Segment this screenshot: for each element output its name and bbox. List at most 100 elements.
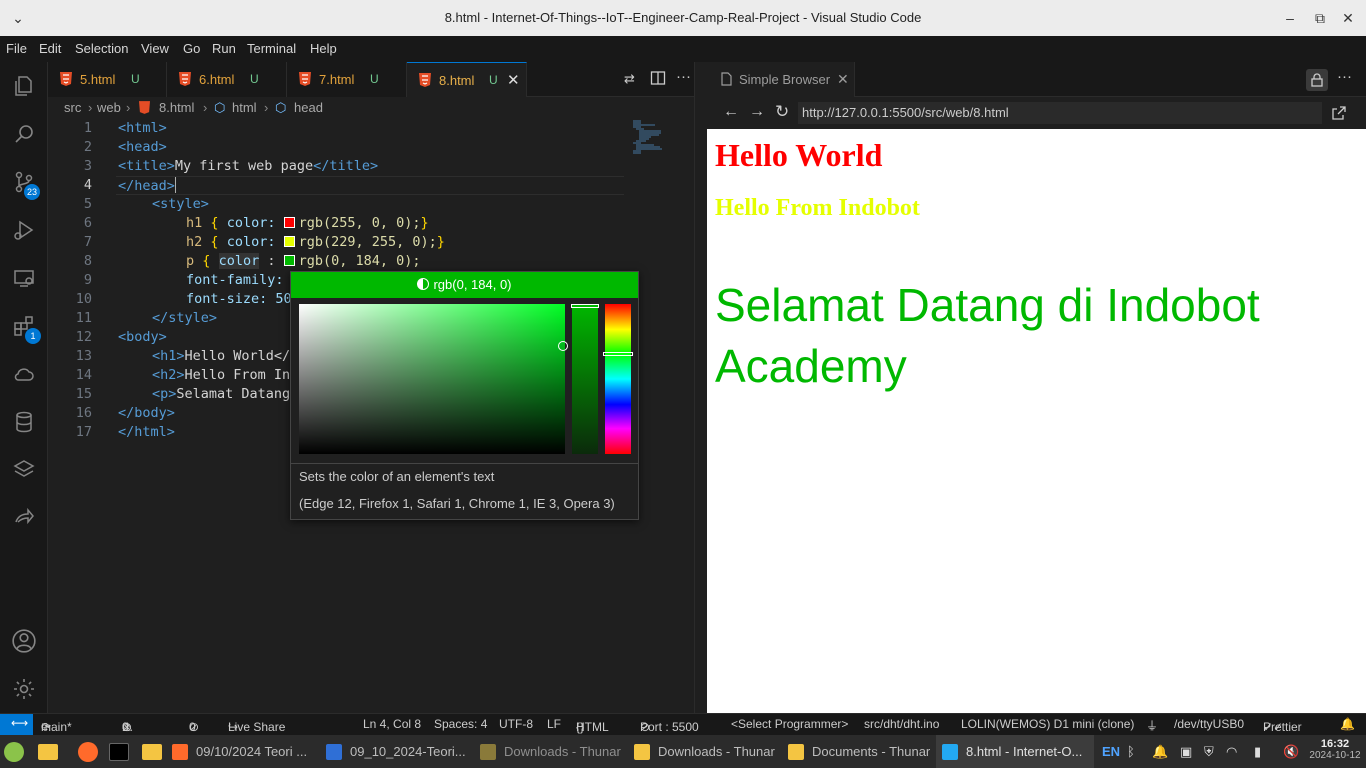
notifications-bell-icon[interactable]: 🔔 (1152, 735, 1168, 768)
color-picker-header[interactable]: rgb(0, 184, 0) (291, 272, 638, 298)
firefox-launcher-icon[interactable] (78, 735, 106, 768)
url-input[interactable]: http://127.0.0.1:5500/src/web/8.html (798, 102, 1322, 124)
preview-h1: Hello World (715, 137, 883, 173)
keyboard-layout[interactable]: EN (1102, 735, 1120, 768)
open-in-browser-icon[interactable] (1331, 105, 1347, 121)
remote-icon: ⟷ (11, 716, 29, 730)
taskbar-item[interactable]: Downloads - Thunar (634, 735, 775, 768)
taskbar-item-active[interactable]: 8.html - Internet-O... (936, 735, 1094, 768)
settings-gear-icon[interactable] (0, 665, 48, 713)
extensions-icon[interactable]: 1 (0, 302, 48, 350)
encoding[interactable]: UTF-8 (499, 717, 533, 731)
source-control-icon[interactable]: 23 (0, 158, 48, 206)
volume-muted-icon[interactable]: 🔇 (1283, 735, 1299, 768)
menu-selection[interactable]: Selection (75, 41, 128, 56)
more-actions-icon[interactable]: ··· (1337, 68, 1352, 85)
back-arrow-icon[interactable]: ← (723, 103, 739, 121)
opacity-slider-handle[interactable] (571, 304, 599, 308)
element-icon: ⬡ (214, 100, 226, 115)
hue-strip[interactable] (603, 304, 633, 454)
split-editor-icon[interactable] (650, 70, 666, 89)
file-icon (721, 72, 732, 86)
forward-arrow-icon[interactable]: → (749, 103, 765, 121)
folder-launcher-icon[interactable] (142, 735, 170, 768)
menu-view[interactable]: View (141, 41, 169, 56)
minimap[interactable] (628, 119, 684, 169)
indentation[interactable]: Spaces: 4 (434, 717, 487, 731)
lock-icon[interactable] (1306, 69, 1328, 91)
breadcrumb-file[interactable]: 8.html (159, 100, 194, 115)
line-number: 15 (75, 386, 92, 402)
hue-slider-handle[interactable] (603, 352, 633, 356)
battery-icon[interactable]: ▮ (1254, 735, 1261, 768)
minimize-button[interactable]: – (1280, 8, 1300, 28)
close-tab-icon[interactable]: ✕ (837, 71, 849, 88)
layers-icon[interactable] (0, 446, 48, 494)
terminal-launcher-icon[interactable] (109, 735, 137, 768)
menu-terminal[interactable]: Terminal (247, 41, 296, 56)
menu-go[interactable]: Go (183, 41, 200, 56)
clock[interactable]: 16:32 2024-10-12 (1308, 738, 1362, 761)
opacity-strip[interactable] (571, 304, 599, 454)
saturation-handle[interactable] (558, 341, 568, 351)
tab-simple-browser[interactable]: Simple Browser ✕ (707, 62, 855, 97)
live-share-icon[interactable] (0, 494, 48, 542)
run-debug-icon[interactable] (0, 206, 48, 254)
menu-help[interactable]: Help (310, 41, 337, 56)
serial-port[interactable]: /dev/ttyUSB0 (1174, 717, 1244, 731)
breadcrumb-html[interactable]: html (232, 100, 257, 115)
search-icon[interactable] (0, 110, 48, 158)
wifi-icon[interactable]: ◠ (1226, 735, 1237, 768)
color-swatch-p[interactable] (283, 255, 295, 266)
code-line: <style> (152, 196, 209, 212)
file-manager-launcher-icon[interactable] (38, 735, 66, 768)
arduino-board[interactable]: LOLIN(WEMOS) D1 mini (clone) (961, 717, 1134, 731)
saturation-box[interactable] (299, 304, 568, 454)
color-picker[interactable]: rgb(0, 184, 0) Sets the color of an elem… (290, 271, 639, 520)
tab-7-html[interactable]: 7.html U (287, 62, 407, 97)
taskbar-item[interactable]: 09/10/2024 Teori ... (172, 735, 307, 768)
remote-explorer-icon[interactable] (0, 254, 48, 302)
color-swatch-h1[interactable] (283, 217, 295, 228)
bluetooth-icon[interactable]: ᛒ (1127, 735, 1135, 768)
taskbar-item[interactable]: Documents - Thunar (788, 735, 930, 768)
breadcrumb-web[interactable]: web (97, 100, 121, 115)
close-window-button[interactable]: ✕ (1338, 8, 1358, 28)
start-menu-icon[interactable] (4, 735, 32, 768)
arduino-programmer[interactable]: <Select Programmer> (731, 717, 848, 731)
menu-edit[interactable]: Edit (39, 41, 61, 56)
vertical-scrollbar[interactable] (694, 62, 707, 713)
code-line: </style> (152, 310, 218, 326)
taskbar-item[interactable]: 09_10_2024-Teori... (326, 735, 466, 768)
open-changes-icon[interactable]: ⇄ (624, 71, 635, 87)
notifications-icon[interactable]: 🔔 (1340, 717, 1355, 731)
breadcrumb-head[interactable]: head (294, 100, 323, 115)
tab-5-html[interactable]: 5.html U (48, 62, 167, 97)
tab-6-html[interactable]: 6.html U (167, 62, 287, 97)
cloud-icon[interactable] (0, 350, 48, 398)
more-actions-icon[interactable]: ··· (676, 68, 691, 85)
end-of-line[interactable]: LF (547, 717, 561, 731)
maximize-button[interactable]: ⧉ (1310, 8, 1330, 28)
source-control-badge: 23 (24, 184, 41, 200)
taskbar-item[interactable]: Downloads - Thunar (480, 735, 621, 768)
cursor-position[interactable]: Ln 4, Col 8 (363, 717, 421, 731)
taskbar: 09/10/2024 Teori ... 09_10_2024-Teori...… (0, 735, 1366, 768)
menu-file[interactable]: File (6, 41, 27, 56)
arduino-sketch[interactable]: src/dht/dht.ino (864, 717, 939, 731)
menu-run[interactable]: Run (212, 41, 236, 56)
shield-icon[interactable]: ⛨ (1204, 735, 1214, 768)
remote-indicator[interactable]: ⟷ (0, 714, 33, 736)
breadcrumb-src[interactable]: src (64, 100, 81, 115)
database-icon[interactable] (0, 398, 48, 446)
hover-description: Sets the color of an element's text (299, 469, 495, 484)
reload-icon[interactable]: ↻ (775, 102, 789, 122)
close-tab-icon[interactable]: ✕ (507, 71, 520, 89)
accounts-icon[interactable] (0, 617, 48, 665)
tab-status: U (131, 72, 140, 86)
tab-8-html[interactable]: 8.html U ✕ (407, 62, 527, 97)
plug-icon[interactable]: ⏚ (1146, 717, 1158, 734)
clipboard-icon[interactable]: ▣ (1180, 735, 1192, 768)
explorer-icon[interactable] (0, 62, 48, 110)
color-swatch-h2[interactable] (283, 236, 295, 247)
